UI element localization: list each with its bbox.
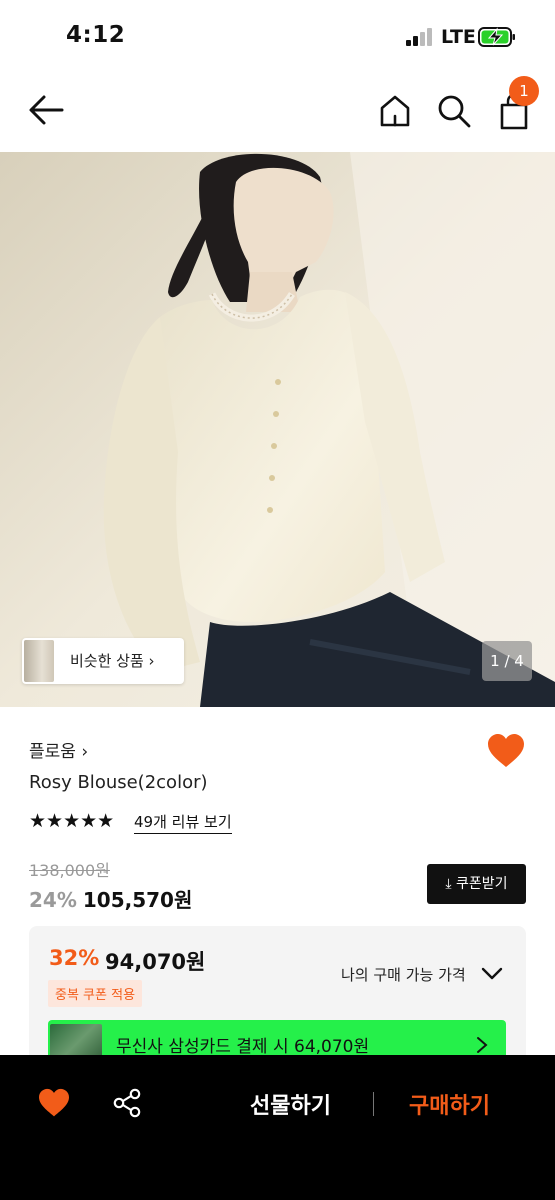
- buy-button[interactable]: 구매하기: [409, 1088, 490, 1120]
- similar-products-button[interactable]: 비슷한 상품 ›: [22, 638, 184, 684]
- bottom-action-bar: 선물하기 구매하기: [0, 1055, 555, 1200]
- my-price-label: 나의 구매 가능 가격: [341, 966, 466, 984]
- product-title: Rosy Blouse(2color): [29, 772, 208, 793]
- gift-button[interactable]: 선물하기: [250, 1088, 331, 1120]
- back-arrow-icon[interactable]: [26, 92, 66, 128]
- original-price: 138,000원: [29, 861, 110, 880]
- sale-price-row: 24% 105,570원: [29, 884, 192, 913]
- divider: [373, 1092, 374, 1116]
- my-price: 94,070원: [105, 950, 206, 974]
- review-link[interactable]: 49개 리뷰 보기: [134, 811, 232, 834]
- share-icon[interactable]: [112, 1088, 142, 1118]
- heart-icon[interactable]: [38, 1088, 70, 1118]
- similar-label: 비슷한 상품 ›: [70, 652, 155, 670]
- signal-icon: [406, 28, 434, 46]
- coupon-button[interactable]: ⤓ 쿠폰받기: [427, 864, 526, 904]
- top-nav: 1: [0, 70, 555, 152]
- card-promo-text: 무신사 삼성카드 결제 시 64,070원: [116, 1037, 370, 1057]
- my-discount-percent: 32%: [49, 946, 100, 970]
- discount-percent: 24%: [29, 888, 77, 912]
- status-bar: 4:12 LTE: [0, 0, 555, 70]
- search-icon[interactable]: [435, 92, 473, 130]
- sale-price: 105,570원: [82, 888, 193, 912]
- home-icon[interactable]: [376, 92, 414, 130]
- network-label: LTE: [441, 26, 476, 48]
- brand-link[interactable]: 플로움 ›: [29, 737, 88, 762]
- cart-count-badge: 1: [509, 76, 539, 106]
- product-image[interactable]: [0, 152, 555, 707]
- similar-thumbnail: [24, 640, 54, 682]
- battery-charging-icon: [478, 27, 515, 47]
- image-counter: 1 / 4: [482, 641, 532, 681]
- heart-icon[interactable]: [487, 733, 525, 769]
- chevron-right-icon: [477, 1037, 488, 1053]
- coupon-chip: 중복 쿠폰 적용: [48, 980, 143, 1007]
- product-photo: [0, 152, 555, 707]
- my-price-box[interactable]: 32% 94,070원 중복 쿠폰 적용 나의 구매 가능 가격 무신사 삼성카…: [29, 926, 526, 1066]
- status-time: 4:12: [66, 22, 126, 48]
- chevron-down-icon[interactable]: [481, 966, 503, 982]
- rating-stars: ★★★★★: [29, 810, 115, 832]
